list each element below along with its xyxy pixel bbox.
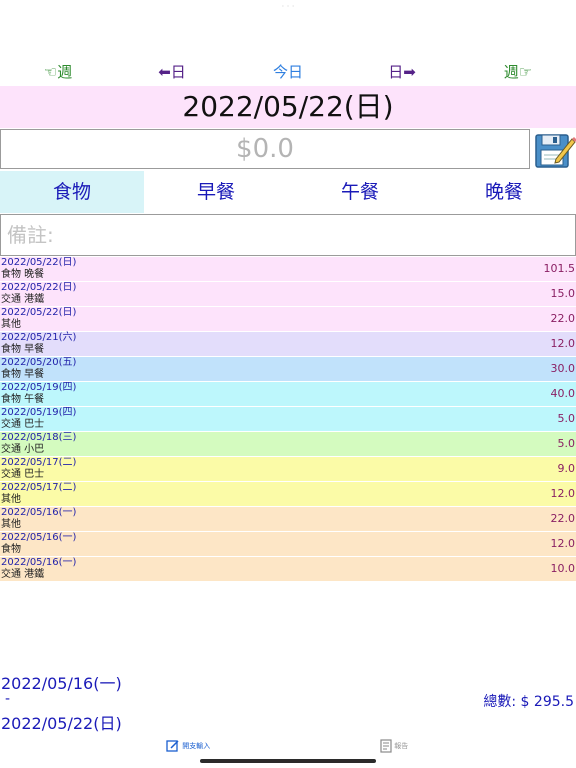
list-item[interactable]: 2022/05/22(日) 食物 晚餐 101.5: [0, 257, 576, 282]
entry-category: 食物: [1, 544, 21, 555]
tab-breakfast[interactable]: 早餐: [144, 171, 288, 213]
list-item[interactable]: 2022/05/17(二) 其他 12.0: [0, 482, 576, 507]
range-separator: -: [5, 691, 11, 707]
total-amount: 總數: $ 295.5: [483, 694, 574, 710]
entry-amount: 10.0: [550, 562, 576, 575]
tab-food[interactable]: 食物: [0, 171, 144, 213]
entry-amount: 22.0: [550, 512, 576, 525]
entry-date: 2022/05/21(六): [1, 332, 77, 343]
entry-category: 交通 巴士: [1, 419, 45, 430]
entry-date: 2022/05/16(一): [1, 507, 77, 518]
date-navigation: ☜週 ⬅日 今日 日➡ 週☞: [0, 62, 576, 82]
list-item[interactable]: 2022/05/16(一) 其他 22.0: [0, 507, 576, 532]
entry-category: 交通 港鐵: [1, 569, 45, 580]
floppy-disk-pencil-icon: [535, 134, 576, 168]
entry-date: 2022/05/20(五): [1, 357, 77, 368]
entry-date: 2022/05/19(四): [1, 407, 77, 418]
list-item[interactable]: 2022/05/22(日) 其他 22.0: [0, 307, 576, 332]
entry-amount: 40.0: [550, 387, 576, 400]
entry-amount: 12.0: [550, 337, 576, 350]
entry-amount: 101.5: [543, 262, 576, 275]
bottom-tab-bar: 開支輸入 報告: [0, 734, 576, 758]
today-button[interactable]: 今日: [248, 62, 328, 82]
list-item[interactable]: 2022/05/19(四) 交通 巴士 5.0: [0, 407, 576, 432]
list-item[interactable]: 2022/05/21(六) 食物 早餐 12.0: [0, 332, 576, 357]
entry-date: 2022/05/16(一): [1, 532, 77, 543]
top-handle-dots: · · ·: [281, 2, 295, 11]
prev-week-button[interactable]: ☜週: [18, 62, 98, 82]
selected-date-header[interactable]: 2022/05/22(日): [0, 86, 576, 128]
list-item[interactable]: 2022/05/18(三) 交通 小巴 5.0: [0, 432, 576, 457]
edit-square-icon: [166, 740, 179, 752]
entry-amount: 15.0: [550, 287, 576, 300]
entry-date: 2022/05/22(日): [1, 307, 77, 318]
entry-category: 其他: [1, 494, 21, 505]
list-item[interactable]: 2022/05/20(五) 食物 早餐 30.0: [0, 357, 576, 382]
prev-day-button[interactable]: ⬅日: [132, 62, 212, 82]
category-tabs: 食物 早餐 午餐 晚餐: [0, 171, 576, 213]
tab-report-label: 報告: [394, 742, 409, 750]
tab-report[interactable]: 報告: [380, 738, 408, 754]
expense-list: 2022/05/22(日) 食物 晚餐 101.5 2022/05/22(日) 交通 港…: [0, 257, 576, 582]
entry-amount: 5.0: [557, 412, 576, 425]
entry-category: 交通 巴士: [1, 469, 45, 480]
entry-category: 食物 晚餐: [1, 269, 45, 280]
next-day-button[interactable]: 日➡: [362, 62, 442, 82]
list-item[interactable]: 2022/05/22(日) 交通 港鐵 15.0: [0, 282, 576, 307]
range-end-date: 2022/05/22(日): [1, 714, 122, 733]
entry-amount: 22.0: [550, 312, 576, 325]
entry-date: 2022/05/19(四): [1, 382, 77, 393]
next-week-button[interactable]: 週☞: [478, 62, 558, 82]
tab-dinner[interactable]: 晚餐: [432, 171, 576, 213]
list-item[interactable]: 2022/05/17(二) 交通 巴士 9.0: [0, 457, 576, 482]
tab-expense-input[interactable]: 開支輸入: [166, 738, 210, 754]
entry-category: 其他: [1, 519, 21, 530]
entry-date: 2022/05/17(二): [1, 457, 77, 468]
entry-date: 2022/05/22(日): [1, 257, 77, 268]
entry-date: 2022/05/16(一): [1, 557, 77, 568]
save-button[interactable]: [534, 129, 576, 170]
entry-date: 2022/05/22(日): [1, 282, 77, 293]
tab-expense-input-label: 開支輸入: [182, 742, 211, 750]
entry-category: 交通 小巴: [1, 444, 45, 455]
entry-amount: 9.0: [557, 462, 576, 475]
list-item[interactable]: 2022/05/16(一) 交通 港鐵 10.0: [0, 557, 576, 582]
home-indicator[interactable]: [200, 759, 376, 763]
entry-amount: 12.0: [550, 487, 576, 500]
entry-date: 2022/05/17(二): [1, 482, 77, 493]
amount-input[interactable]: $0.0: [0, 129, 530, 169]
entry-amount: 5.0: [557, 437, 576, 450]
entry-category: 食物 早餐: [1, 344, 45, 355]
list-item[interactable]: 2022/05/16(一) 食物 12.0: [0, 532, 576, 557]
entry-date: 2022/05/18(三): [1, 432, 77, 443]
entry-category: 其他: [1, 319, 21, 330]
document-icon: [380, 739, 392, 753]
entry-category: 食物 早餐: [1, 369, 45, 380]
range-start-date: 2022/05/16(一): [1, 674, 122, 693]
entry-category: 食物 午餐: [1, 394, 45, 405]
entry-category: 交通 港鐵: [1, 294, 45, 305]
entry-amount: 12.0: [550, 537, 576, 550]
list-item[interactable]: 2022/05/19(四) 食物 午餐 40.0: [0, 382, 576, 407]
entry-amount: 30.0: [550, 362, 576, 375]
note-input[interactable]: 備註:: [0, 214, 576, 256]
tab-lunch[interactable]: 午餐: [288, 171, 432, 213]
